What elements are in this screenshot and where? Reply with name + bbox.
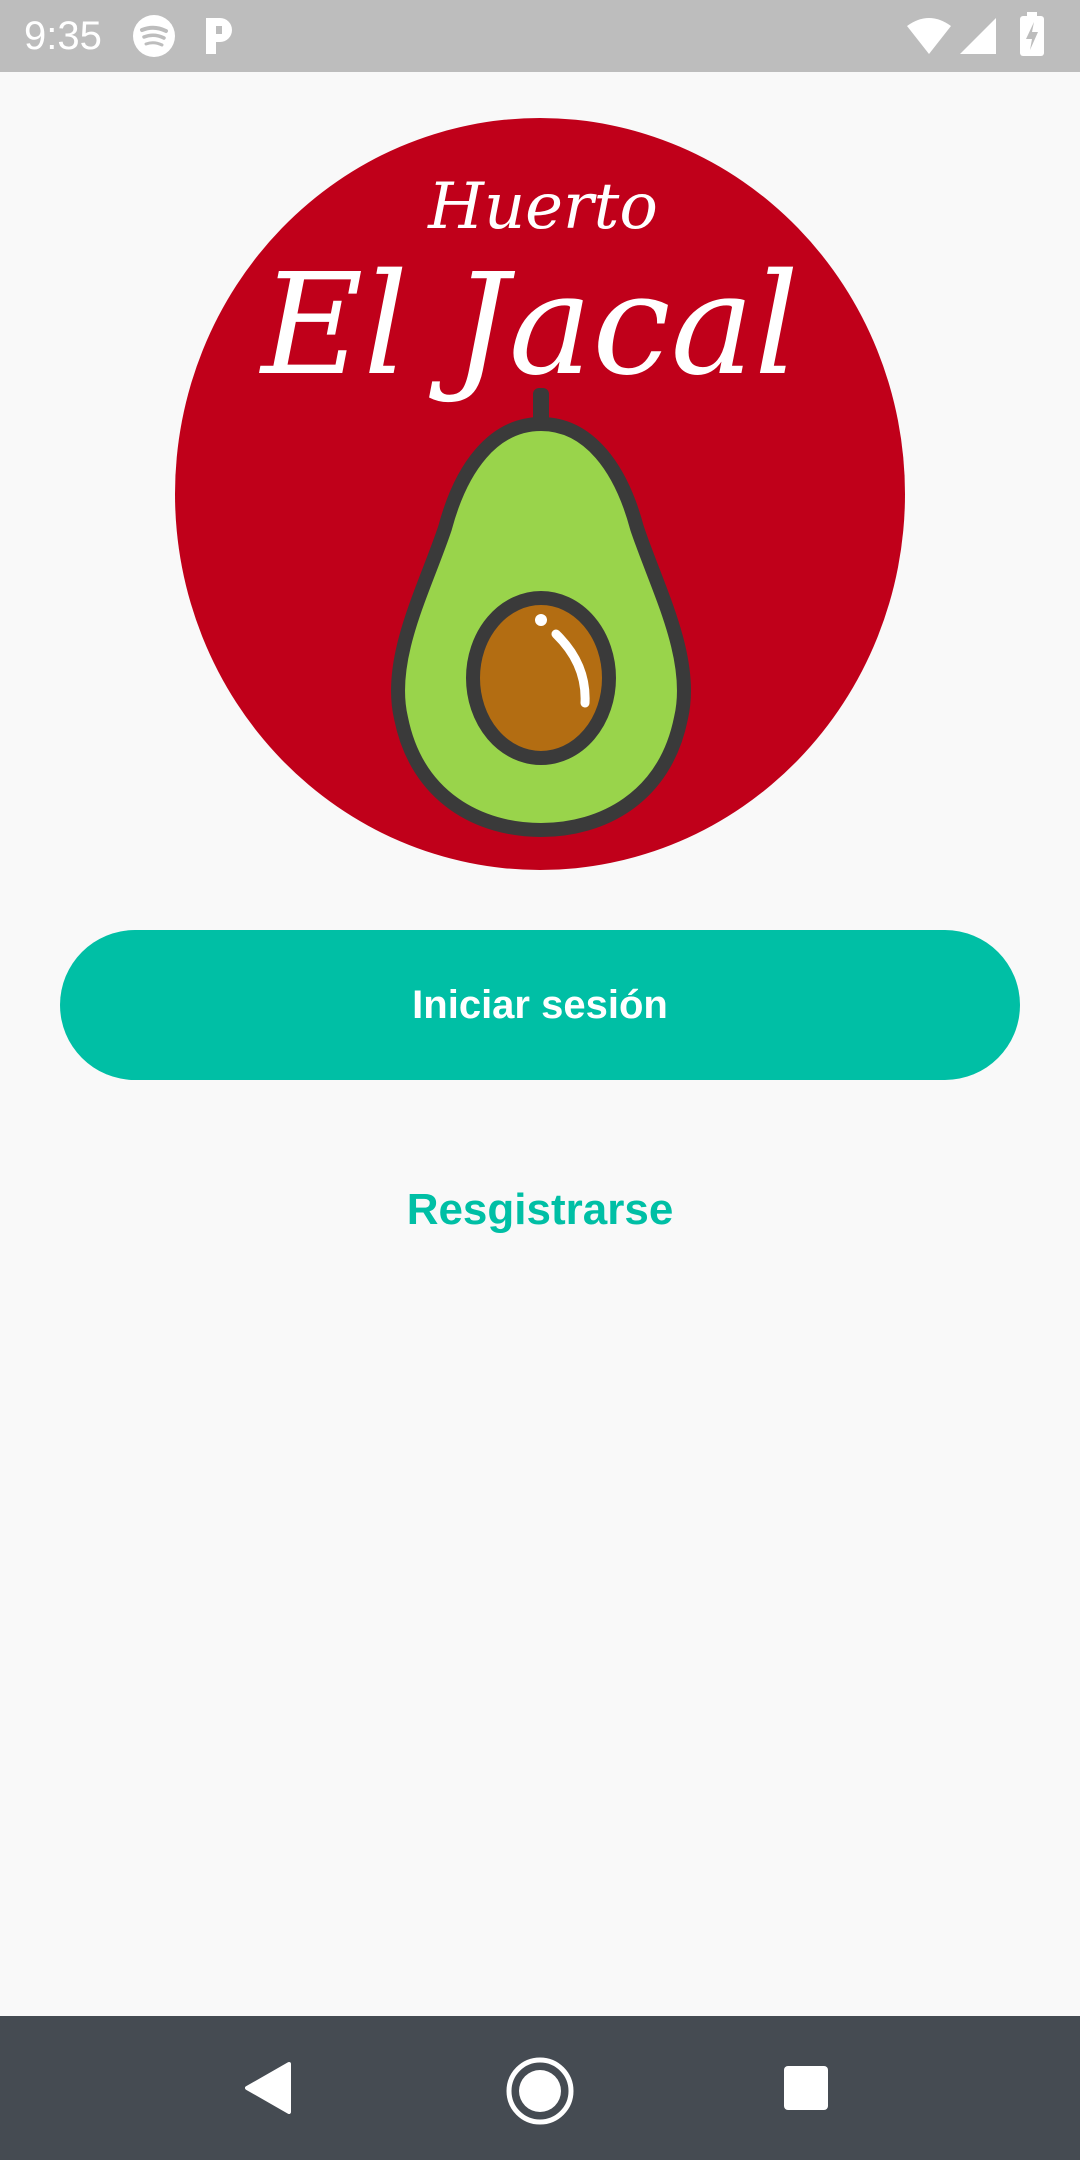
pandora-icon: [202, 16, 236, 56]
signal-icon: [958, 16, 998, 56]
spotify-icon: [132, 14, 176, 58]
app-logo: Huerto El Jacal: [175, 118, 905, 870]
back-icon[interactable]: [245, 2062, 291, 2114]
recents-icon[interactable]: [782, 2064, 830, 2112]
register-link[interactable]: Resgistrarse: [340, 1175, 740, 1245]
wifi-icon: [906, 16, 952, 56]
status-time: 9:35: [24, 14, 102, 58]
status-bar: 9:35: [0, 0, 1080, 72]
battery-charging-icon: [1018, 12, 1046, 58]
login-button[interactable]: Iniciar sesión: [60, 930, 1020, 1080]
logo-main-line: El Jacal: [258, 244, 799, 407]
logo-top-line: Huerto: [427, 170, 658, 244]
navigation-bar: [0, 2016, 1080, 2160]
home-icon[interactable]: [505, 2056, 575, 2126]
